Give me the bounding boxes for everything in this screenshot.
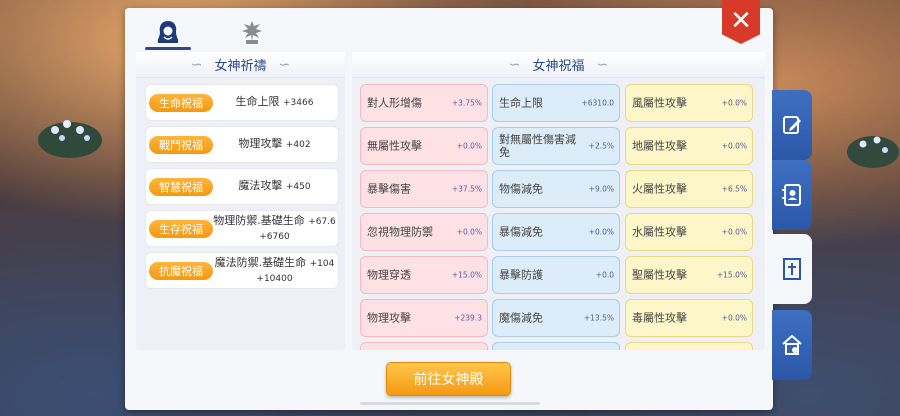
prayer-section-header: ∽ 女神祈禱 ∽ [136, 52, 345, 78]
blessing-tag: 戰鬥祝福 [149, 135, 213, 154]
prayer-section-title: 女神祈禱 [214, 59, 267, 74]
wave-ornament-icon: ∽ [596, 56, 609, 73]
stat-cell: 聖屬性攻擊 +15.0% [625, 256, 753, 294]
stat-cell: 水屬性攻擊 +0.0% [625, 213, 753, 251]
stat-cell-partial [360, 342, 488, 350]
stat-cell: 物傷減免 +9.0% [492, 170, 620, 208]
tab-goddess-statue[interactable] [229, 12, 275, 52]
blessing-tag: 生存祝福 [149, 219, 213, 238]
side-tab-guild[interactable] [772, 310, 812, 380]
goddess-statue-icon [242, 21, 262, 44]
blessing-tag: 生命祝福 [149, 93, 213, 112]
blessing-section-header: ∽ 女神祝福 ∽ [352, 52, 765, 78]
goto-goddess-temple-button[interactable]: 前往女神殿 [386, 362, 511, 396]
stat-cell: 物理穿透 +15.0% [360, 256, 488, 294]
stat-cell: 物理攻擊 +239.3 [360, 299, 488, 337]
stat-cell: 對人形增傷 +3.75% [360, 84, 488, 122]
stat-cell: 忽視物理防禦 +0.0% [360, 213, 488, 251]
stat-cell: 無屬性攻擊 +0.0% [360, 127, 488, 165]
stat-cell: 暴擊傷害 +37.5% [360, 170, 488, 208]
blessing-stat: 魔法攻擊 +450 [238, 179, 311, 192]
stat-cell-partial [625, 342, 753, 350]
blessing-row: 戰鬥祝福 物理攻擊 +402 [145, 126, 339, 163]
stat-cell: 暴擊防護 +0.0 [492, 256, 620, 294]
edit-note-icon [783, 116, 801, 134]
stat-cell: 暴傷減免 +0.0% [492, 213, 620, 251]
wave-ornament-icon: ∽ [278, 56, 291, 73]
scroll-indicator [360, 402, 540, 405]
flower-bush-decoration-right [847, 136, 899, 168]
stat-cell-partial [492, 342, 620, 350]
blessing-tag: 智慧祝福 [149, 177, 213, 196]
stat-cell: 火屬性攻擊 +6.5% [625, 170, 753, 208]
goddess-blessing-section: 對人形增傷 +3.75% 生命上限 +6310.0 風屬性攻擊 +0.0% 無屬性攻擊… [352, 52, 765, 350]
top-tab-bar [145, 12, 275, 52]
stat-cell: 風屬性攻擊 +0.0% [625, 84, 753, 122]
blessing-stat: 物理防禦.基礎生命 +67.6 +6760 [213, 213, 336, 242]
side-tab-notes[interactable] [772, 90, 812, 160]
stat-cell: 毒屬性攻擊 +0.0% [625, 299, 753, 337]
goddess-portrait-icon [157, 21, 179, 43]
stat-cell: 生命上限 +6310.0 [492, 84, 620, 122]
blessing-row: 智慧祝福 魔法攻擊 +450 [145, 168, 339, 205]
blessing-stat: 物理攻擊 +402 [238, 137, 311, 150]
blessing-stat: 魔法防禦.基礎生命 +104 +10400 [214, 255, 335, 284]
stat-cell: 對無屬性傷害減免 +2.5% [492, 127, 620, 165]
blessing-stat: 生命上限 +3466 [235, 95, 314, 108]
blessing-row: 抗魔祝福 魔法防禦.基礎生命 +104 +10400 [145, 252, 339, 289]
blessing-row: 生存祝福 物理防禦.基礎生命 +67.6 +6760 [145, 210, 339, 247]
stat-cell: 地屬性攻擊 +0.0% [625, 127, 753, 165]
side-tab-goddess[interactable] [772, 234, 812, 304]
flower-bush-decoration [38, 120, 102, 158]
guild-house-icon [782, 334, 802, 355]
stat-cell: 魔傷減免 +13.5% [492, 299, 620, 337]
blessing-tag: 抗魔祝福 [149, 261, 213, 280]
tab-goddess-portrait[interactable] [145, 12, 191, 52]
contact-book-icon [782, 184, 801, 206]
goddess-shrine-icon [783, 258, 801, 280]
wave-ornament-icon: ∽ [508, 56, 521, 73]
blessing-section-title: 女神祝福 [532, 59, 585, 74]
wave-ornament-icon: ∽ [190, 56, 203, 73]
blessing-row: 生命祝福 生命上限 +3466 [145, 84, 339, 121]
side-tab-contacts[interactable] [772, 160, 812, 230]
